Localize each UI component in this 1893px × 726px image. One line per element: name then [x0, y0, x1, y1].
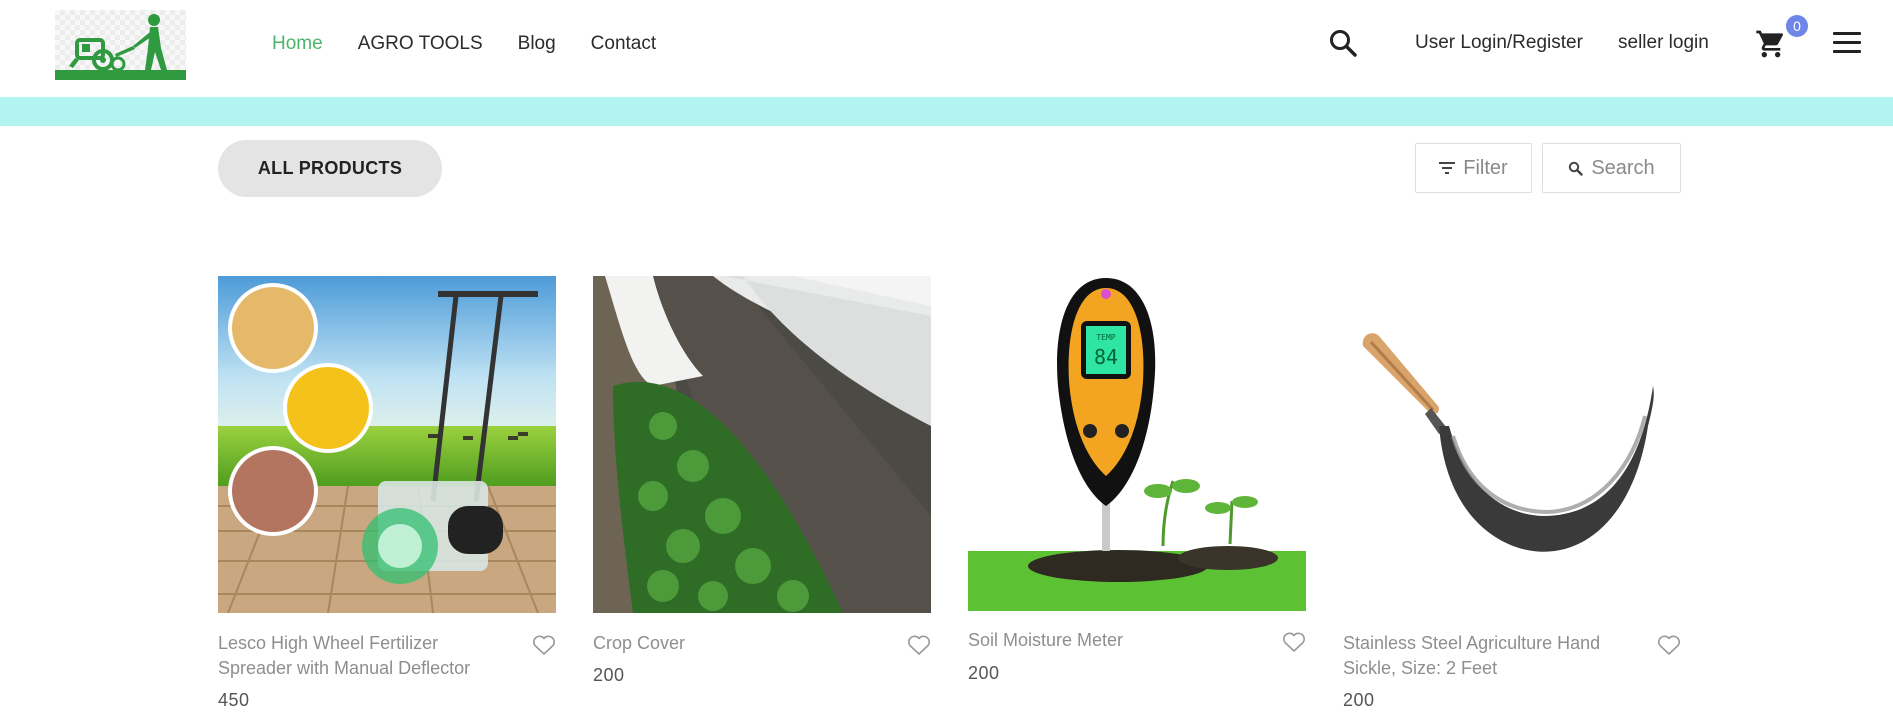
product-name[interactable]: Stainless Steel Agriculture Hand Sickle,…: [1343, 631, 1633, 681]
meter-display-value: 84: [1094, 345, 1118, 369]
seller-login-link[interactable]: seller login: [1618, 32, 1709, 54]
search-button[interactable]: Search: [1542, 143, 1681, 193]
filter-icon: [1439, 162, 1456, 174]
filter-button[interactable]: Filter: [1415, 143, 1532, 193]
product-price: 200: [968, 663, 1000, 683]
search-small-icon: [1569, 161, 1584, 176]
product-image-crop-cover[interactable]: [593, 276, 931, 613]
product-card[interactable]: Stainless Steel Agriculture Hand Sickle,…: [1343, 276, 1681, 710]
cart-icon[interactable]: [1755, 28, 1787, 60]
nav-agro-tools[interactable]: AGRO TOOLS: [358, 33, 483, 55]
product-card[interactable]: TEMP 84 Soil Moisture Meter 200: [968, 276, 1306, 683]
meter-display-label: TEMP: [1096, 333, 1115, 342]
product-image-soil-moisture-meter[interactable]: TEMP 84: [968, 276, 1306, 613]
product-price: 450: [218, 690, 250, 710]
product-name[interactable]: Crop Cover: [593, 631, 883, 656]
user-login-link[interactable]: User Login/Register: [1415, 32, 1583, 54]
wishlist-heart-icon[interactable]: [532, 634, 556, 656]
filter-label: Filter: [1463, 156, 1508, 179]
product-name[interactable]: Lesco High Wheel Fertilizer Spreader wit…: [218, 631, 508, 681]
product-image-hand-sickle[interactable]: [1343, 276, 1681, 613]
wishlist-heart-icon[interactable]: [1282, 631, 1306, 653]
product-image-fertilizer-spreader[interactable]: [218, 276, 556, 613]
product-card[interactable]: Lesco High Wheel Fertilizer Spreader wit…: [218, 276, 556, 710]
all-products-button[interactable]: ALL PRODUCTS: [218, 140, 442, 197]
nav-blog[interactable]: Blog: [518, 33, 556, 55]
wishlist-heart-icon[interactable]: [1657, 634, 1681, 656]
wishlist-heart-icon[interactable]: [907, 634, 931, 656]
search-icon[interactable]: [1328, 28, 1358, 58]
site-header: Home AGRO TOOLS Blog Contact User Login/…: [0, 0, 1893, 97]
product-card[interactable]: Crop Cover 200: [593, 276, 931, 685]
product-price: 200: [1343, 690, 1375, 710]
hamburger-menu-icon[interactable]: [1833, 32, 1861, 56]
product-name[interactable]: Soil Moisture Meter: [968, 628, 1258, 653]
nav-home[interactable]: Home: [272, 33, 323, 55]
logo-farmer-tiller-icon: [55, 14, 186, 80]
announcement-band: [0, 97, 1893, 126]
product-price: 200: [593, 665, 625, 685]
main-nav: Home AGRO TOOLS Blog Contact: [272, 0, 656, 88]
site-logo[interactable]: [55, 10, 186, 80]
nav-contact[interactable]: Contact: [591, 33, 656, 55]
search-label: Search: [1591, 156, 1655, 179]
cart-count-badge: 0: [1786, 15, 1808, 37]
